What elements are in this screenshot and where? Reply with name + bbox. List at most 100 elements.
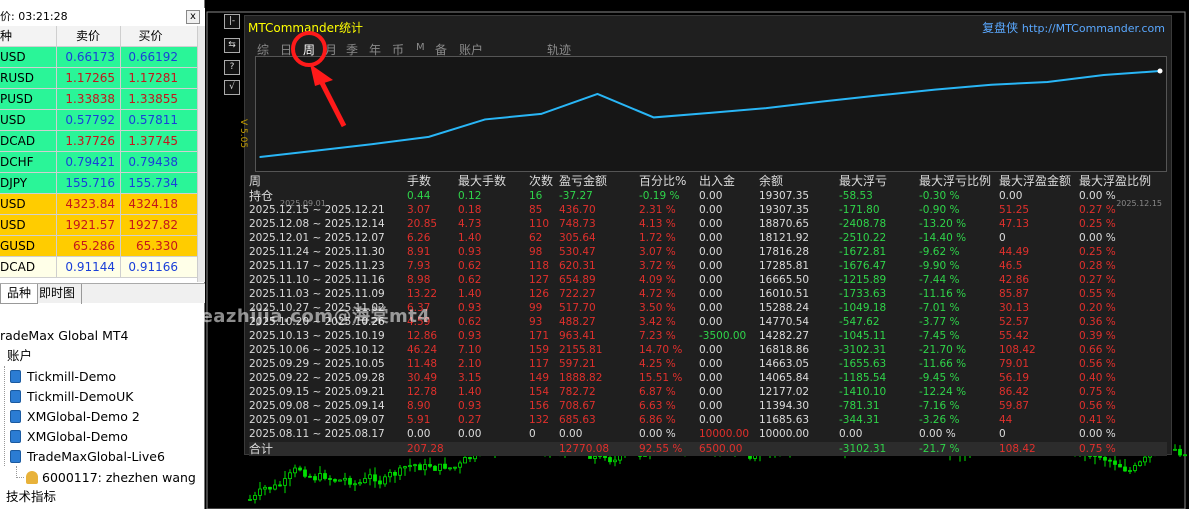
table-row[interactable]: 2025.11.17 ~ 2025.11.23 7.93 0.62 118 620.31… (249, 259, 1167, 273)
table-cell: -12.24 % (919, 386, 967, 398)
nav-account-item[interactable]: XMGlobal-Demo (10, 427, 128, 447)
tab-m[interactable]: M (416, 42, 425, 53)
table-cell: 127 (529, 274, 550, 286)
candle-body (418, 464, 422, 471)
table-cell: 0.00 (699, 190, 723, 202)
nav-account-item[interactable]: Tickmill-Demo (10, 367, 116, 387)
column-header: 最大浮亏比例 (919, 174, 992, 188)
column-header: 百分比% (639, 174, 687, 188)
table-cell: 2025.09.22 ~ 2025.09.28 (249, 372, 385, 384)
table-row[interactable]: 2025.08.11 ~ 2025.08.17 0.00 0.00 0 0.00 0.00… (249, 427, 1167, 441)
header-symbol[interactable]: 种 (0, 26, 55, 46)
market-watch-row[interactable]: RUSD 1.17265 1.17281 (0, 68, 197, 89)
table-row[interactable]: 2025.10.06 ~ 2025.10.12 46.24 7.10 159 2155.… (249, 343, 1167, 357)
side-button-minimize[interactable]: |- (224, 14, 240, 29)
table-row[interactable]: 2025.11.03 ~ 2025.11.09 13.22 1.40 126 722.2… (249, 287, 1167, 301)
table-cell: 0.00 (458, 428, 482, 440)
side-button-check[interactable]: √ (224, 80, 240, 95)
table-row[interactable]: 2025.12.01 ~ 2025.12.07 6.26 1.40 62 305.64 1… (249, 231, 1167, 245)
side-button-swap[interactable]: ⇆ (224, 38, 240, 53)
table-row[interactable]: 2025.09.01 ~ 2025.09.07 5.91 0.27 132 685.63… (249, 413, 1167, 427)
table-cell: 47.13 (999, 218, 1030, 230)
market-watch-row[interactable]: PUSD 1.33838 1.33855 (0, 89, 197, 110)
ask-cell: 0.57811 (120, 110, 180, 130)
symbol-cell: DCHF (0, 155, 34, 169)
table-cell: 708.67 (559, 400, 596, 412)
candle-body (368, 474, 372, 479)
table-cell: 7.93 (407, 260, 431, 272)
market-watch-row[interactable]: DJPY 155.716 155.734 (0, 173, 197, 194)
market-watch-row[interactable]: DCAD 0.91144 0.91166 (0, 257, 197, 278)
table-cell: -171.80 (839, 204, 880, 216)
candle-body (1143, 456, 1147, 463)
equity-point (540, 113, 543, 115)
market-watch-row[interactable]: DCAD 1.37726 1.37745 (0, 131, 197, 152)
candle-body (458, 462, 462, 468)
table-cell: 10000.00 (759, 428, 810, 440)
table-row-holding[interactable]: 持仓 0.44 0.12 16 -37.27 -0.19 % 0.00 19307.35 -58… (249, 189, 1167, 203)
table-cell: -7.01 % (919, 302, 960, 314)
table-cell: 126 (529, 288, 550, 300)
side-button-help[interactable]: ? (224, 60, 240, 75)
table-cell: -1672.81 (839, 246, 887, 258)
mtcommander-site[interactable]: 复盘侠 http://MTCommander.com (982, 19, 1165, 36)
market-watch-row[interactable]: GUSD 65.286 65.330 (0, 236, 197, 257)
table-row[interactable]: 2025.11.10 ~ 2025.11.16 8.98 0.62 127 654.89… (249, 273, 1167, 287)
table-cell: 0.00 (699, 358, 723, 370)
table-cell: -2510.22 (839, 232, 887, 244)
market-watch-row[interactable]: USD 0.57792 0.57811 (0, 110, 197, 131)
table-row[interactable]: 2025.09.22 ~ 2025.09.28 30.49 3.15 149 1888.… (249, 371, 1167, 385)
table-row[interactable]: 2025.09.29 ~ 2025.10.05 11.48 2.10 117 597.2… (249, 357, 1167, 371)
nav-account-item[interactable]: XMGlobal-Demo 2 (10, 407, 140, 427)
candle-body (408, 465, 412, 468)
table-row[interactable]: 2025.12.08 ~ 2025.12.14 20.85 4.73 110 748.7… (249, 217, 1167, 231)
nav-account-item[interactable]: TradeMaxGlobal-Live6 (10, 447, 165, 467)
table-row[interactable]: 2025.09.08 ~ 2025.09.14 8.90 0.93 156 708.67… (249, 399, 1167, 413)
nav-root[interactable]: radeMax Global MT4 (0, 326, 128, 346)
equity-point (596, 93, 599, 95)
table-cell: 4.13 % (639, 218, 676, 230)
header-ask[interactable]: 买价 (120, 26, 180, 46)
candle-body (393, 471, 397, 476)
nav-account-item[interactable]: Tickmill-DemoUK (10, 387, 133, 407)
table-cell: 12.78 (407, 386, 438, 398)
table-cell: 597.21 (559, 358, 596, 370)
table-cell: 85.87 (999, 288, 1030, 300)
market-watch-row[interactable]: DCHF 0.79421 0.79438 (0, 152, 197, 173)
table-cell: -0.19 % (639, 190, 680, 202)
nav-accounts[interactable]: 账户 (0, 346, 32, 366)
table-cell: 0.62 (458, 274, 482, 286)
site-url[interactable]: http://MTCommander.com (1022, 22, 1165, 35)
table-cell: -3.26 % (919, 414, 960, 426)
table-row[interactable]: 2025.11.24 ~ 2025.11.30 8.91 0.93 98 530.47 3… (249, 245, 1167, 259)
table-row[interactable]: 2025.09.15 ~ 2025.09.21 12.78 1.40 154 782.7… (249, 385, 1167, 399)
table-row[interactable]: 2025.12.15 ~ 2025.12.21 3.07 0.18 85 436.70 2… (249, 203, 1167, 217)
market-watch-row[interactable]: USD 0.66173 0.66192 (0, 47, 197, 68)
symbol-cell: GUSD (0, 239, 35, 253)
tab-tick-chart[interactable]: 即时图 (33, 284, 83, 304)
table-cell: 14770.54 (759, 316, 810, 328)
table-cell: 517.70 (559, 302, 596, 314)
header-bid[interactable]: 卖价 (56, 26, 119, 46)
close-icon[interactable]: x (186, 10, 200, 24)
table-cell: -21.7 % (919, 443, 960, 455)
table-cell: 748.73 (559, 218, 596, 230)
nav-account-user[interactable]: 6000117: zhezhen wang (26, 468, 196, 488)
app-root: 价: 03:21:28 x 种 卖价 买价 USD 0.66173 0.66192 R… (0, 0, 1189, 509)
table-cell: -1733.63 (839, 288, 887, 300)
table-row-total[interactable]: 合计 207.28 12770.08 92.55 % 6500.00 -3102.31 -2… (249, 442, 1167, 456)
table-cell: 0.27 % (1079, 204, 1116, 216)
nav-indicators[interactable]: 技术指标 (6, 487, 56, 507)
market-watch-row[interactable]: USD 1921.57 1927.82 (0, 215, 197, 236)
market-watch-scrollbar[interactable] (197, 26, 205, 282)
candle-body (1103, 456, 1107, 461)
market-watch-row[interactable]: USD 4323.84 4324.18 (0, 194, 197, 215)
candle-body (328, 478, 332, 480)
table-row[interactable]: 2025.10.13 ~ 2025.10.19 12.86 0.93 171 963.4… (249, 329, 1167, 343)
table-header[interactable]: 周 手数 最大手数 次数 盈亏金额 百分比% 出入金 余额 最大浮亏 最大浮亏比例 最大浮盈金额 最大… (249, 174, 1167, 190)
table-cell: 5.91 (407, 414, 431, 426)
table-cell: 6.63 % (639, 400, 676, 412)
table-cell: -21.70 % (919, 344, 967, 356)
table-cell: 14282.27 (759, 330, 810, 342)
tree-line (4, 366, 5, 466)
